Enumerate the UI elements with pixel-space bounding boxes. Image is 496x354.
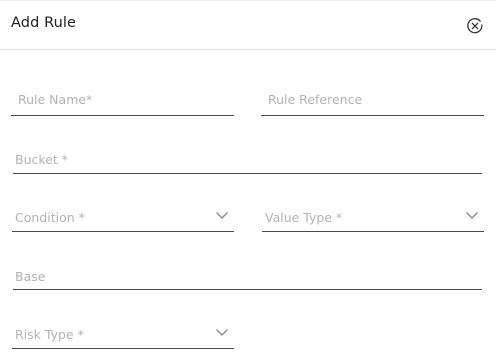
dialog-title: Add Rule: [11, 15, 77, 31]
bucket-placeholder: Bucket *: [15, 152, 68, 167]
condition-placeholder: Condition *: [15, 210, 85, 225]
rule-name-placeholder: Rule Name*: [18, 92, 93, 107]
base-field[interactable]: Base: [13, 266, 482, 290]
close-circle-icon: [467, 18, 483, 34]
condition-select[interactable]: Condition *: [12, 208, 234, 232]
risk-type-select[interactable]: Risk Type *: [12, 325, 234, 349]
chevron-down-icon: [466, 212, 478, 219]
add-rule-dialog: Add Rule Rule Name* Rule Reference Bucke…: [0, 0, 496, 354]
value-type-placeholder: Value Type *: [265, 210, 343, 225]
rule-name-field[interactable]: Rule Name*: [11, 92, 234, 116]
rule-reference-placeholder: Rule Reference: [268, 92, 363, 107]
value-type-select[interactable]: Value Type *: [262, 208, 484, 232]
chevron-down-icon: [216, 212, 228, 219]
close-button[interactable]: [466, 17, 484, 35]
dialog-header: Add Rule: [0, 1, 496, 50]
chevron-down-icon: [216, 329, 228, 336]
base-placeholder: Base: [15, 269, 46, 284]
risk-type-placeholder: Risk Type *: [15, 327, 84, 342]
bucket-field[interactable]: Bucket *: [13, 150, 482, 174]
rule-reference-field[interactable]: Rule Reference: [261, 92, 484, 116]
